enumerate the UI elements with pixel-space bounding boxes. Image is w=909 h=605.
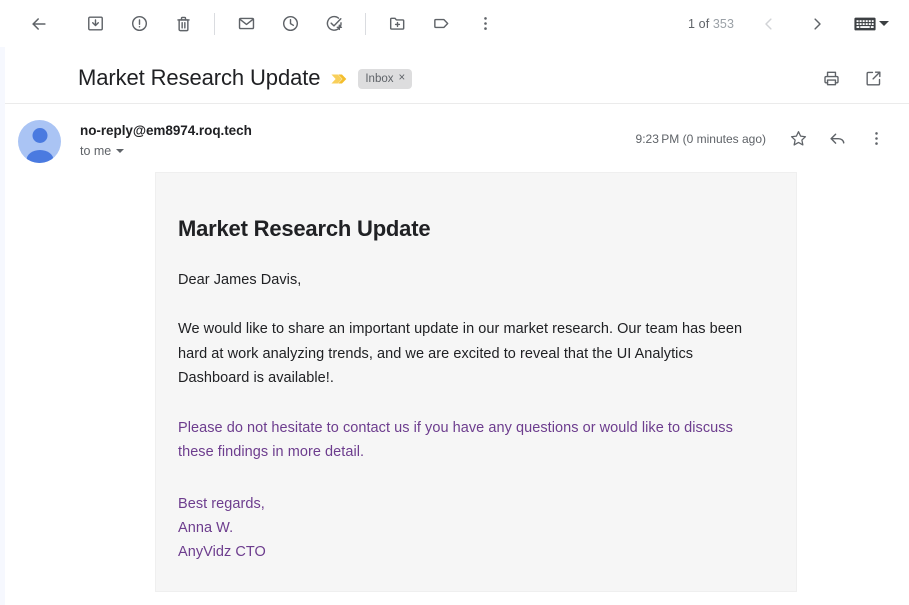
counter-current: 1 of [688, 16, 713, 31]
message-timestamp: 9:23 PM (0 minutes ago) [635, 131, 766, 146]
email-body: Market Research Update Dear James Davis,… [155, 172, 797, 592]
subject-header: Market Research Update Inbox × [0, 54, 909, 103]
counter-total: 353 [712, 16, 734, 31]
label-chip-remove-icon[interactable]: × [399, 72, 406, 85]
back-button[interactable] [20, 5, 58, 43]
email-paragraph-2[interactable]: Please do not hesitate to contact us if … [178, 416, 752, 465]
star-icon[interactable] [782, 122, 815, 155]
sender-block: no-reply@em8974.roq.tech to me [80, 116, 252, 160]
message-actions: 9:23 PM (0 minutes ago) [636, 116, 893, 155]
page-title: Market Research Update [78, 65, 321, 91]
message-counter: 1 of 353 [688, 17, 740, 31]
older-message-button[interactable] [800, 7, 834, 41]
toolbar-separator-2 [365, 12, 366, 35]
avatar-head [32, 128, 47, 143]
message-more-options-icon[interactable] [860, 122, 893, 155]
add-to-tasks-icon[interactable] [315, 5, 353, 43]
input-tools-button[interactable] [850, 12, 893, 36]
labels-icon[interactable] [422, 5, 460, 43]
archive-icon[interactable] [76, 5, 114, 43]
email-greeting: Dear James Davis, [178, 271, 302, 288]
message-toolbar: 1 of 353 [0, 0, 909, 47]
signature-line-1: Best regards, [178, 495, 265, 512]
open-in-new-window-icon[interactable] [855, 61, 891, 97]
email-signature: Best regards, Anna W. AnyVidz CTO [178, 492, 752, 564]
signature-line-2: Anna W. [178, 519, 234, 536]
important-marker-icon[interactable] [331, 72, 348, 86]
sender-email[interactable]: no-reply@em8974.roq.tech [80, 122, 252, 139]
toolbar-separator [214, 12, 215, 35]
recipient-details-toggle[interactable]: to me [80, 143, 125, 159]
report-spam-icon[interactable] [120, 5, 158, 43]
label-chip-text: Inbox [365, 72, 394, 85]
keyboard-icon [854, 17, 876, 30]
more-options-icon[interactable] [466, 5, 504, 43]
print-icon[interactable] [813, 61, 849, 97]
message-header-row: no-reply@em8974.roq.tech to me 9:23 PM (… [0, 116, 909, 172]
move-to-icon[interactable] [378, 5, 416, 43]
reply-icon[interactable] [821, 122, 854, 155]
avatar[interactable] [18, 120, 61, 163]
signature-line-3: AnyVidz CTO [178, 543, 266, 560]
chevron-down-icon [116, 149, 125, 153]
snooze-icon[interactable] [271, 5, 309, 43]
chevron-down-icon [879, 21, 889, 26]
avatar-body [26, 150, 53, 163]
email-paragraph-1: We would like to share an important upda… [178, 321, 743, 386]
header-divider [5, 103, 909, 104]
label-chip-inbox[interactable]: Inbox × [358, 68, 413, 89]
recipient-label: to me [80, 144, 112, 158]
newer-message-button[interactable] [752, 7, 786, 41]
mark-unread-icon[interactable] [227, 5, 265, 43]
delete-icon[interactable] [164, 5, 202, 43]
email-body-heading: Market Research Update [178, 216, 431, 241]
